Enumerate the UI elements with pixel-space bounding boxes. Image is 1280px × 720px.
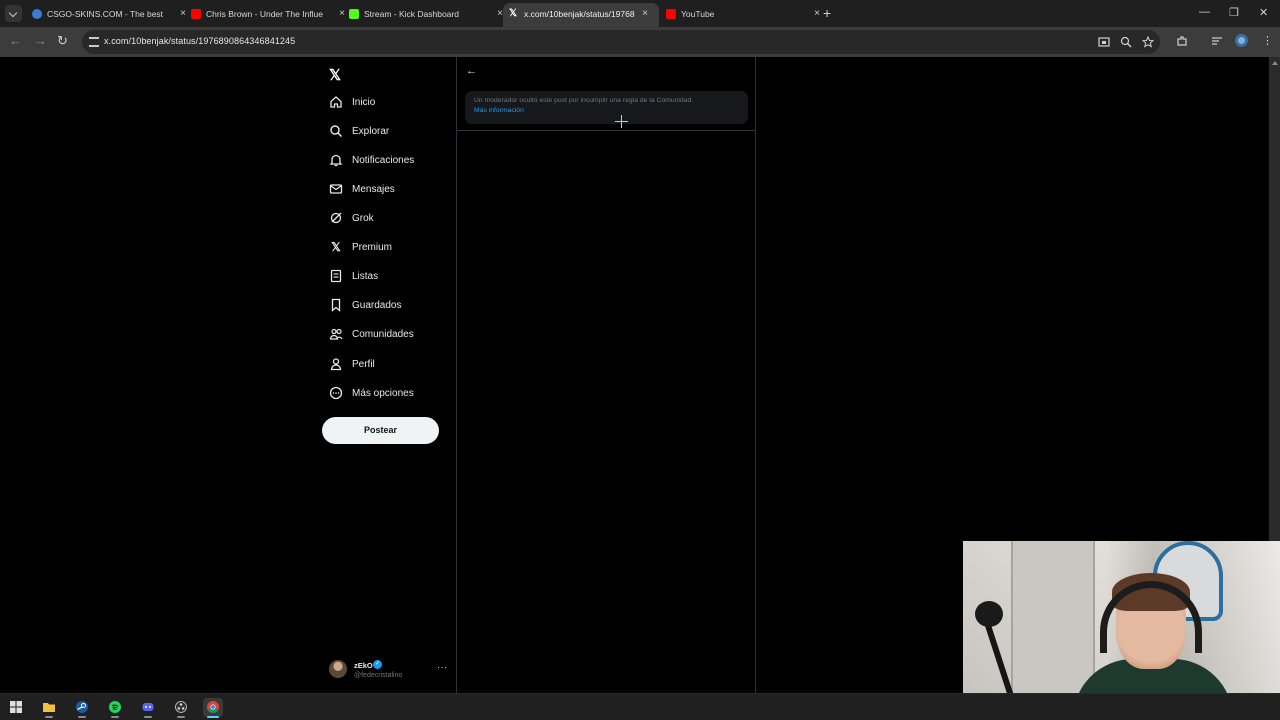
tab-label: Stream - Kick Dashboard xyxy=(364,9,459,19)
address-bar[interactable]: x.com/10benjak/status/197689086434684124… xyxy=(82,30,1160,54)
kick-icon xyxy=(349,9,359,19)
x-premium-icon: 𝕏 xyxy=(331,240,341,254)
nav-item-guardados[interactable]: Guardados xyxy=(329,294,401,316)
tab-chris-brown[interactable]: Chris Brown - Under The Influe × xyxy=(190,3,348,27)
profile-avatar-icon[interactable] xyxy=(1235,34,1248,47)
browser-toolbar: ← → ↻ x.com/10benjak/status/197689086434… xyxy=(0,27,1280,57)
youtube-icon xyxy=(191,9,201,19)
nav-label: Inicio xyxy=(352,96,376,108)
nav-item-comunidades[interactable]: Comunidades xyxy=(329,323,414,345)
new-tab-button[interactable]: + xyxy=(823,5,831,21)
tab-label: x.com/10benjak/status/19768 xyxy=(524,9,635,19)
url-text[interactable]: x.com/10benjak/status/197689086434684124… xyxy=(104,36,295,46)
windows-start-icon[interactable] xyxy=(6,698,26,717)
back-icon[interactable]: ← xyxy=(9,33,22,48)
grok-icon xyxy=(330,212,342,224)
nav-item-listas[interactable]: Listas xyxy=(329,265,378,287)
more-info-link[interactable]: Más información xyxy=(474,107,748,114)
spotify-icon[interactable] xyxy=(105,698,125,718)
bookmark-star-icon[interactable] xyxy=(1142,36,1154,48)
minimize-icon[interactable]: — xyxy=(1199,6,1210,18)
nav-label: Guardados xyxy=(352,299,402,311)
list-icon xyxy=(330,269,342,283)
discord-icon[interactable] xyxy=(138,698,158,718)
reload-icon[interactable]: ↻ xyxy=(57,33,68,49)
nav-label: Mensajes xyxy=(352,183,395,195)
youtube-icon xyxy=(666,9,676,19)
windows-taskbar xyxy=(0,693,1280,720)
tab-label: CSGO-SKINS.COM - The best C xyxy=(47,9,165,19)
back-arrow-icon[interactable]: ← xyxy=(466,65,477,77)
more-dots-icon[interactable]: ··· xyxy=(437,662,448,672)
verified-badge-icon: ✓ xyxy=(373,660,382,669)
avatar xyxy=(329,660,347,678)
nav-item-notificaciones[interactable]: Notificaciones xyxy=(329,149,414,171)
communities-icon xyxy=(329,328,343,340)
browser-tab-strip: CSGO-SKINS.COM - The best C × Chris Brow… xyxy=(0,0,1280,27)
bookmark-icon xyxy=(331,298,341,312)
main-column: ← Un moderador ocultó este post por incu… xyxy=(456,57,756,693)
tab-youtube[interactable]: YouTube × xyxy=(665,3,823,27)
close-window-icon[interactable]: ✕ xyxy=(1259,6,1268,19)
file-explorer-icon[interactable] xyxy=(39,698,59,718)
nav-label: Perfil xyxy=(352,358,375,370)
tab-label: Chris Brown - Under The Influe xyxy=(206,9,324,19)
nav-label: Comunidades xyxy=(352,328,414,340)
chrome-icon[interactable] xyxy=(203,698,223,718)
nav-label: Premium xyxy=(352,241,393,253)
x-icon: 𝕏 xyxy=(509,8,518,19)
media-control-icon[interactable] xyxy=(1211,35,1223,47)
close-tab-icon[interactable]: × xyxy=(811,3,823,25)
microphone xyxy=(975,601,1003,627)
nav-label: Notificaciones xyxy=(352,154,415,166)
bell-icon xyxy=(329,154,343,167)
search-icon xyxy=(330,125,343,138)
tab-x-status[interactable]: 𝕏 x.com/10benjak/status/19768 × xyxy=(503,3,659,27)
tab-csgo-skins[interactable]: CSGO-SKINS.COM - The best C × xyxy=(31,3,189,27)
account-name: zEkO xyxy=(354,661,373,670)
moderation-notice: Un moderador ocultó este post por incump… xyxy=(465,91,748,124)
nav-label: Más opciones xyxy=(352,387,414,399)
nav-label: Grok xyxy=(352,212,374,224)
crosshair-cursor xyxy=(621,115,622,128)
post-button[interactable]: Postear xyxy=(322,417,439,444)
browser-menu-icon[interactable]: ⋮ xyxy=(1262,34,1273,47)
envelope-icon xyxy=(329,184,343,194)
close-tab-icon[interactable]: × xyxy=(336,3,348,25)
nav-label: Listas xyxy=(352,270,379,282)
forward-icon[interactable]: → xyxy=(34,33,47,48)
extensions-icon[interactable] xyxy=(1176,35,1188,47)
divider xyxy=(457,130,755,131)
nav-item-mensajes[interactable]: Mensajes xyxy=(329,178,395,200)
steam-icon[interactable] xyxy=(72,698,92,718)
notice-text: Un moderador ocultó este post por incump… xyxy=(474,97,694,104)
nav-label: Explorar xyxy=(352,125,390,137)
close-tab-icon[interactable]: × xyxy=(177,3,189,25)
nav-item-inicio[interactable]: Inicio xyxy=(329,91,375,113)
restore-icon[interactable]: ❐ xyxy=(1229,6,1239,19)
close-tab-icon[interactable]: × xyxy=(639,3,651,25)
obs-icon[interactable] xyxy=(171,698,191,718)
tab-kick-dashboard[interactable]: Stream - Kick Dashboard × xyxy=(348,3,506,27)
tab-search-button[interactable] xyxy=(5,5,22,22)
nav-item-grok[interactable]: Grok xyxy=(329,207,374,229)
nav-item-perfil[interactable]: Perfil xyxy=(329,353,375,375)
account-handle: @fedecristalino xyxy=(354,672,403,679)
cast-icon[interactable] xyxy=(1098,36,1110,48)
zoom-icon[interactable] xyxy=(1120,36,1132,48)
tab-label: YouTube xyxy=(681,9,715,19)
more-circle-icon xyxy=(329,386,343,400)
csgoskins-globe-icon xyxy=(32,9,42,19)
account-switcher[interactable]: zEkO ✓ @fedecristalino ··· xyxy=(327,656,452,686)
x-logo-icon[interactable]: 𝕏 xyxy=(329,66,341,84)
home-icon xyxy=(330,96,342,108)
person-icon xyxy=(330,358,342,371)
nav-item-premium[interactable]: 𝕏 Premium xyxy=(329,236,392,258)
nav-item-explorar[interactable]: Explorar xyxy=(329,120,389,142)
site-info-icon[interactable] xyxy=(89,37,99,47)
nav-item-mas-opciones[interactable]: Más opciones xyxy=(329,382,414,404)
